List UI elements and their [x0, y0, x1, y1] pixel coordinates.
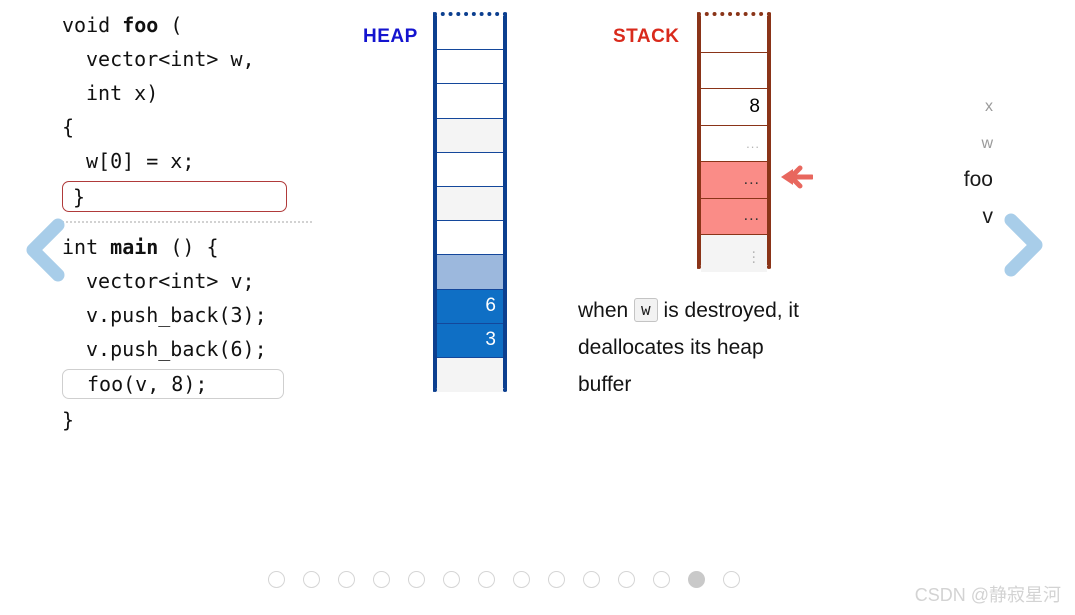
code-panel: void foo ( vector<int> w, int x) { w[0] …: [62, 8, 362, 437]
code-separator: [62, 221, 312, 224]
stack-cell-value: 8: [749, 95, 760, 117]
heap-cell: [437, 50, 503, 85]
stack-cell: [701, 52, 767, 89]
pagination-dot[interactable]: [478, 571, 495, 588]
code-line-void-foo: void foo (: [62, 13, 183, 37]
explanation-code-token: w: [634, 298, 658, 322]
pagination-dot[interactable]: [303, 571, 320, 588]
heap-cell: 3: [437, 323, 503, 358]
code-line-int-main: int main () {: [62, 235, 219, 259]
pagination-dot[interactable]: [373, 571, 390, 588]
pagination-dot[interactable]: [513, 571, 530, 588]
code-line-push-back-6: v.push_back(6);: [86, 337, 267, 361]
code-line-w0-assign: w[0] = x;: [86, 149, 195, 173]
stack-cell: ...: [701, 125, 767, 162]
stack-cell: ...: [701, 162, 767, 199]
explanation-part1: when: [578, 299, 635, 322]
pagination-dot[interactable]: [688, 571, 705, 588]
heap-cell: [437, 357, 503, 393]
watermark: CSDN @静寂星河: [914, 585, 1061, 605]
stack-cell: ...: [701, 198, 767, 235]
stack-row-label: w: [981, 134, 993, 152]
pagination-dot[interactable]: [653, 571, 670, 588]
pagination-dot[interactable]: [548, 571, 565, 588]
slide-pagination[interactable]: [268, 571, 740, 588]
pagination-dot[interactable]: [583, 571, 600, 588]
heap-column: 63: [433, 12, 507, 393]
heap-cell-value: 6: [485, 295, 496, 317]
highlighted-code-box-close-brace[interactable]: }: [62, 181, 287, 212]
heap-cell: [437, 84, 503, 119]
heap-cell: 6: [437, 289, 503, 324]
heap-cell: [437, 255, 503, 290]
pagination-dot[interactable]: [338, 571, 355, 588]
stack-column: 8............: [697, 12, 771, 272]
stack-cell-value: ...: [746, 135, 760, 151]
stack-cell-vertical-ellipsis: ...: [751, 239, 756, 267]
pagination-dot[interactable]: [443, 571, 460, 588]
chevron-left-icon: [26, 218, 65, 282]
code-line-main-close-brace: }: [62, 408, 75, 432]
chevron-right-icon: [1004, 213, 1043, 277]
stack-cell-value: ...: [743, 170, 760, 188]
stack-cell: ...: [701, 235, 767, 272]
heap-cell: [437, 16, 503, 51]
highlight-box-1-text: }: [73, 184, 86, 209]
code-line-vector-w: vector<int> w,: [86, 47, 255, 71]
pagination-dot[interactable]: [723, 571, 740, 588]
code-line-open-brace: {: [62, 115, 75, 139]
stack-row-label: v: [982, 204, 994, 228]
highlighted-code-box-foo-call[interactable]: foo(v, 8);: [62, 369, 284, 399]
prev-slide-chevron-icon[interactable]: [22, 217, 68, 283]
code-line-int-x: int x): [86, 81, 159, 105]
heap-cell: [437, 152, 503, 187]
pagination-dot[interactable]: [618, 571, 635, 588]
stack-row-label: x: [985, 98, 993, 115]
explanation-text: when w is destroyed, it deallocates its …: [578, 292, 808, 403]
highlight-box-2-text: foo(v, 8);: [87, 372, 208, 396]
code-line-push-back-3: v.push_back(3);: [86, 303, 267, 327]
stack-pointer-arrow-icon: [779, 162, 815, 192]
arrow-left-icon: [781, 165, 815, 189]
code-line-vector-v: vector<int> v;: [86, 269, 255, 293]
stack-cell-value: ...: [743, 207, 760, 225]
stack-cell: [701, 16, 767, 53]
next-slide-chevron-icon[interactable]: [1000, 212, 1046, 278]
heap-label: HEAP: [363, 26, 418, 47]
heap-cell: [437, 221, 503, 256]
stack-cell: 8: [701, 89, 767, 126]
stack-label: STACK: [613, 26, 680, 47]
stack-row-label: foo: [963, 168, 993, 191]
heap-cell: [437, 118, 503, 153]
pagination-dot[interactable]: [408, 571, 425, 588]
pagination-dot[interactable]: [268, 571, 285, 588]
heap-cell-value: 3: [485, 329, 496, 351]
heap-cell: [437, 186, 503, 222]
